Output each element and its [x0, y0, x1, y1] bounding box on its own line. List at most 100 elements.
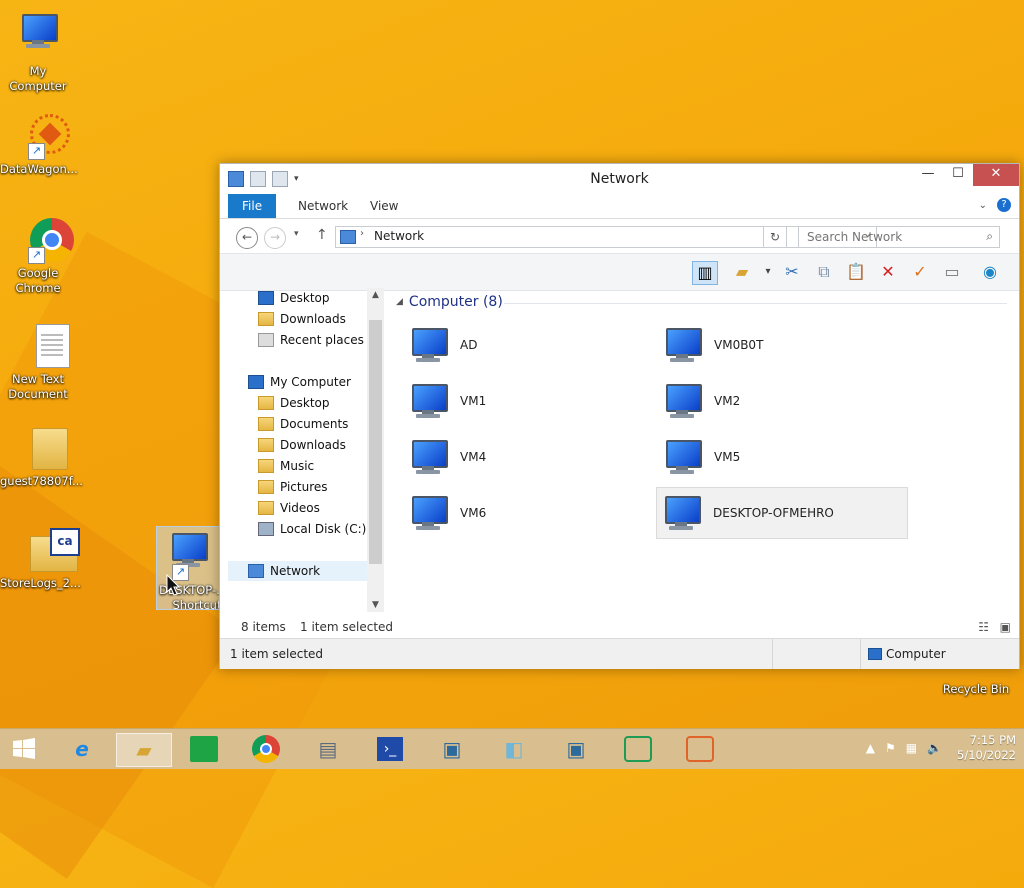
chrome-icon[interactable]	[244, 733, 288, 765]
nav-item-music[interactable]: Music	[258, 456, 314, 476]
scroll-down-icon[interactable]: ▼	[367, 598, 384, 612]
paste-icon[interactable]: 📋	[844, 261, 868, 283]
network-status-icon[interactable]: ▦	[906, 741, 917, 755]
performance-monitor-icon[interactable]: ▤	[306, 733, 350, 765]
refresh-button[interactable]: ↻	[763, 226, 787, 248]
store-icon[interactable]	[182, 733, 226, 765]
large-icons-view-icon[interactable]: ▣	[1000, 620, 1011, 634]
list-item[interactable]: AD	[404, 320, 654, 370]
desktop-icon-my-computer[interactable]: My Computer	[0, 8, 76, 94]
recent-locations-icon[interactable]: ▾	[294, 229, 299, 239]
search-input[interactable]	[805, 229, 969, 245]
nav-item-downloads[interactable]: Downloads	[258, 309, 346, 329]
computer-icon	[14, 14, 62, 62]
tab-view[interactable]: View	[356, 194, 412, 218]
minimize-button[interactable]: —	[913, 164, 943, 186]
nav-item-local-disk[interactable]: Local Disk (C:)	[258, 519, 366, 539]
clock[interactable]: 7:15 PM 5/10/2022	[957, 733, 1016, 763]
show-hidden-icons-icon[interactable]: ▲	[866, 741, 875, 755]
desktop-icon-label: New Text Document	[8, 372, 68, 401]
powershell-icon[interactable]: ›_	[368, 733, 412, 765]
network-icon	[248, 564, 264, 578]
group-divider	[504, 303, 1007, 304]
list-item[interactable]: VM1	[404, 376, 654, 426]
desktop-icon-storelogs[interactable]: ca StoreLogs_2...	[0, 526, 81, 591]
maximize-button[interactable]: ☐	[943, 164, 973, 186]
desktop-icon-new-text-document[interactable]: New Text Document	[0, 322, 76, 402]
desktop-icon-guest-folder[interactable]: guest78807f...	[0, 424, 83, 489]
list-item[interactable]: VM6	[404, 488, 654, 538]
scroll-thumb[interactable]	[369, 320, 382, 564]
list-item[interactable]: VM4	[404, 432, 654, 482]
forward-button[interactable]: →	[264, 227, 286, 249]
clock-time: 7:15 PM	[969, 733, 1016, 747]
start-button[interactable]	[2, 733, 46, 765]
computer-icon	[661, 496, 701, 530]
list-item[interactable]: VM5	[658, 432, 908, 482]
desktop-icon-google-chrome[interactable]: ↗ Google Chrome	[0, 216, 76, 296]
ca-folder-icon: ca	[14, 526, 80, 574]
internet-explorer-icon[interactable]: e	[60, 733, 104, 765]
expand-ribbon-icon[interactable]: ⌄	[979, 200, 987, 211]
rename-icon[interactable]: ▭	[940, 261, 964, 283]
computer-icon	[248, 375, 264, 389]
document-app-icon[interactable]: ▣	[430, 733, 474, 765]
downloads-folder-icon	[258, 312, 274, 326]
tab-file[interactable]: File	[228, 194, 277, 218]
cut-icon[interactable]: ✂	[780, 261, 804, 283]
desktop-icon-datawagon[interactable]: ↗ DataWagon...	[0, 112, 78, 177]
help-icon[interactable]: ?	[997, 198, 1011, 212]
nav-item-downloads[interactable]: Downloads	[258, 435, 346, 455]
close-button[interactable]: ✕	[973, 164, 1019, 186]
scroll-up-icon[interactable]: ▲	[367, 288, 384, 302]
details-view-icon[interactable]: ☷	[978, 620, 989, 634]
desktop-icon-desktop-shortcut[interactable]: ↗ DESKTOP-... - Shortcut	[156, 526, 220, 610]
navigation-pane-button[interactable]: ▥	[692, 261, 718, 285]
drive-icon	[258, 522, 274, 536]
nav-item-desktop[interactable]: Desktop	[258, 393, 330, 413]
volume-muted-icon[interactable]: 🔈	[927, 741, 942, 755]
checkmark-icon[interactable]: ✓	[908, 261, 932, 283]
folder-icon	[258, 501, 274, 515]
search-box[interactable]: ⌕	[798, 226, 1000, 248]
file-explorer-icon[interactable]: ▰	[116, 733, 172, 767]
navigation-scrollbar[interactable]: ▲ ▼	[367, 288, 384, 612]
title-bar[interactable]: ▾ Network — ☐ ✕	[220, 164, 1019, 194]
search-icon[interactable]: ⌕	[986, 229, 993, 244]
delete-icon[interactable]: ✕	[876, 261, 900, 283]
list-item[interactable]: VM0B0T	[658, 320, 908, 370]
computer-icon	[662, 440, 702, 474]
nav-item-network[interactable]: Network	[228, 561, 367, 581]
app-tray-icon-orange[interactable]	[678, 733, 722, 765]
command-toolbar: ▥ ▰ ▾ ✂ ⧉ 📋 ✕ ✓ ▭ ◉	[220, 253, 1019, 291]
app-tray-icon-green[interactable]	[616, 733, 660, 765]
back-button[interactable]: ←	[236, 227, 258, 249]
nav-item-desktop[interactable]: Desktop	[258, 288, 330, 308]
nav-item-documents[interactable]: Documents	[258, 414, 348, 434]
folder-options-icon[interactable]: ▰	[730, 261, 754, 283]
up-button[interactable]: ↑	[316, 227, 328, 243]
recent-places-icon	[258, 333, 274, 347]
list-item[interactable]: VM2	[658, 376, 908, 426]
list-item-selected[interactable]: DESKTOP-OFMEHRO	[656, 487, 908, 539]
tab-network[interactable]: Network	[284, 194, 362, 218]
action-center-flag-icon[interactable]: ⚑	[885, 741, 896, 755]
item-count: 8 items	[241, 620, 286, 634]
document-app-icon[interactable]: ▣	[554, 733, 598, 765]
globe-icon[interactable]: ◉	[978, 261, 1002, 283]
datawagon-icon: ↗	[14, 112, 70, 160]
address-field[interactable]: › Network ⌄	[335, 226, 877, 248]
copy-icon[interactable]: ⧉	[812, 261, 836, 283]
computer-icon	[662, 328, 702, 362]
desktop-icon-label: Google Chrome	[15, 266, 61, 295]
text-document-icon	[14, 322, 70, 370]
nav-item-my-computer[interactable]: My Computer	[248, 372, 351, 392]
nav-item-pictures[interactable]: Pictures	[258, 477, 328, 497]
file-list: ◢ Computer (8) AD VM0B0T VM1 VM2 VM4 VM5…	[384, 288, 1019, 612]
nav-item-videos[interactable]: Videos	[258, 498, 320, 518]
collapse-group-icon[interactable]: ◢	[396, 297, 403, 307]
nav-item-recent-places[interactable]: Recent places	[258, 330, 364, 350]
notepad-icon[interactable]: ◧	[492, 733, 536, 765]
group-header[interactable]: ◢ Computer (8)	[396, 294, 503, 310]
dropdown-icon[interactable]: ▾	[756, 261, 780, 283]
